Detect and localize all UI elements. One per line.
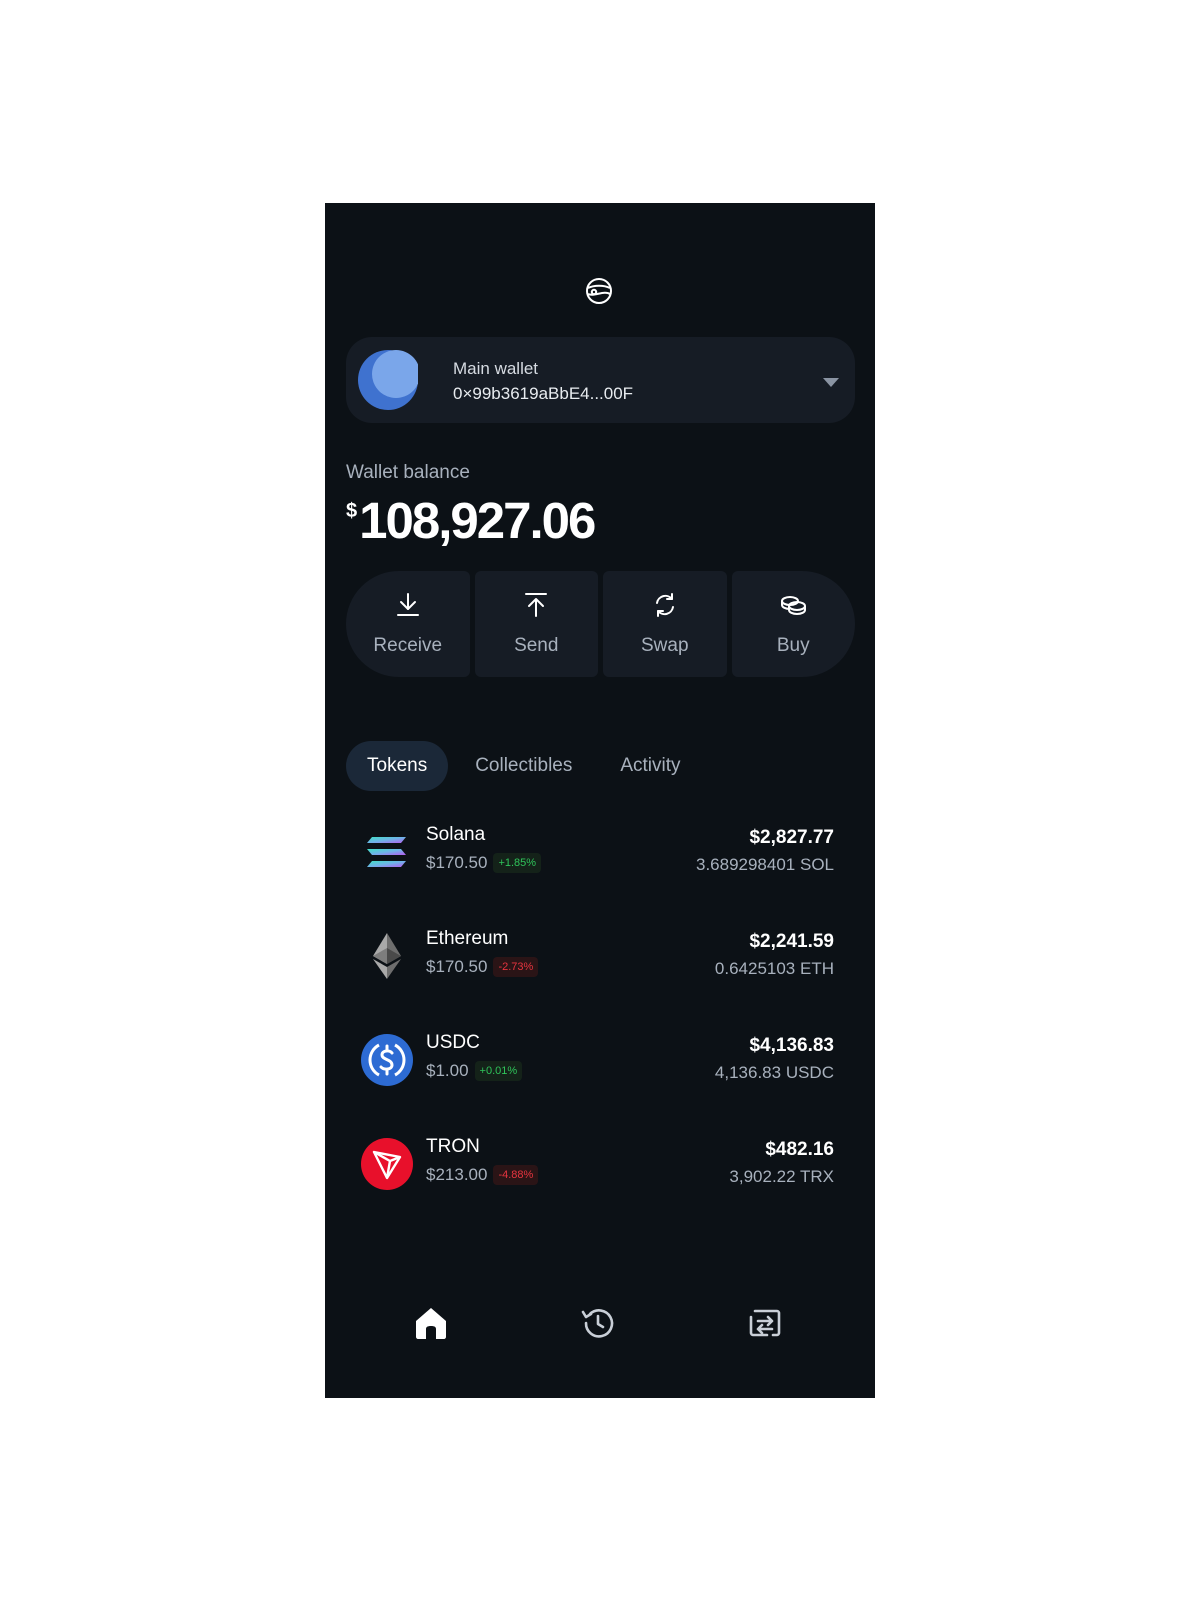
token-amount: 3,902.22 TRX bbox=[729, 1167, 834, 1186]
tab-activity[interactable]: Activity bbox=[599, 741, 701, 791]
swap-label: Swap bbox=[640, 635, 689, 656]
history-icon[interactable] bbox=[578, 1303, 618, 1343]
token-price: $170.50 bbox=[426, 957, 488, 976]
action-bar: Receive Send Swap Buy bbox=[346, 571, 855, 677]
token-value: $2,827.77 bbox=[749, 827, 834, 848]
token-value: $4,136.83 bbox=[749, 1035, 834, 1056]
token-price: $213.00 bbox=[426, 1165, 488, 1184]
token-price-row: $213.00 -4.88% bbox=[426, 1165, 539, 1185]
planet-logo-icon bbox=[584, 276, 614, 306]
tab-tokens[interactable]: Tokens bbox=[346, 741, 449, 791]
token-price-row: $170.50 -2.73% bbox=[426, 957, 539, 977]
token-name: Solana bbox=[426, 824, 486, 845]
receive-button[interactable]: Receive bbox=[346, 571, 470, 677]
balance-currency: $ bbox=[346, 500, 358, 522]
chevron-down-icon[interactable] bbox=[823, 375, 839, 387]
avatar bbox=[358, 350, 420, 410]
change-badge: -4.88% bbox=[493, 1165, 539, 1185]
wallet-name: Main wallet bbox=[453, 359, 539, 378]
token-amount: 3.689298401 SOL bbox=[695, 855, 834, 874]
tron-icon bbox=[360, 1137, 414, 1191]
change-badge: -2.73% bbox=[493, 957, 539, 977]
token-row[interactable]: Solana $170.50 +1.85% $2,827.77 3.689298… bbox=[346, 821, 834, 925]
download-icon bbox=[394, 591, 422, 624]
tab-bar: Tokens Collectibles Activity bbox=[346, 741, 702, 791]
wallet-address: 0×99b3619aBbE4...00F bbox=[453, 384, 634, 403]
change-badge: +0.01% bbox=[474, 1061, 523, 1081]
wallet-selector[interactable]: Main wallet 0×99b3619aBbE4...00F bbox=[346, 337, 855, 423]
balance-label: Wallet balance bbox=[346, 462, 470, 483]
refresh-icon bbox=[651, 591, 679, 624]
token-value: $482.16 bbox=[765, 1139, 834, 1160]
wallet-screen: Main wallet 0×99b3619aBbE4...00F Wallet … bbox=[325, 203, 875, 1398]
token-amount: 4,136.83 USDC bbox=[714, 1063, 834, 1082]
home-icon[interactable] bbox=[411, 1303, 451, 1343]
token-price-row: $1.00 +0.01% bbox=[426, 1061, 523, 1081]
buy-button[interactable]: Buy bbox=[731, 571, 855, 677]
ethereum-icon bbox=[360, 929, 414, 983]
token-name: TRON bbox=[426, 1136, 480, 1157]
token-list: Solana $170.50 +1.85% $2,827.77 3.689298… bbox=[346, 821, 834, 1237]
solana-icon bbox=[360, 825, 414, 879]
token-row[interactable]: TRON $213.00 -4.88% $482.16 3,902.22 TRX bbox=[346, 1133, 834, 1237]
token-amount: 0.6425103 ETH bbox=[714, 959, 834, 978]
swap-button[interactable]: Swap bbox=[603, 571, 727, 677]
upload-icon bbox=[522, 591, 550, 624]
token-value: $2,241.59 bbox=[749, 931, 834, 952]
send-label: Send bbox=[514, 635, 559, 656]
send-button[interactable]: Send bbox=[474, 571, 598, 677]
change-badge: +1.85% bbox=[493, 853, 542, 873]
coins-icon bbox=[779, 591, 807, 624]
transfer-icon[interactable] bbox=[745, 1303, 785, 1343]
token-price: $170.50 bbox=[426, 853, 488, 872]
token-row[interactable]: USDC $1.00 +0.01% $4,136.83 4,136.83 USD… bbox=[346, 1029, 834, 1133]
balance-amount: 108,927.06 bbox=[359, 492, 596, 549]
receive-label: Receive bbox=[373, 635, 443, 656]
tab-collectibles[interactable]: Collectibles bbox=[454, 741, 593, 791]
token-name: Ethereum bbox=[426, 928, 509, 949]
bottom-nav bbox=[325, 1303, 875, 1347]
balance: $ 108,927.06 bbox=[346, 491, 596, 551]
token-price-row: $170.50 +1.85% bbox=[426, 853, 542, 873]
token-price: $1.00 bbox=[426, 1061, 469, 1080]
buy-label: Buy bbox=[776, 635, 810, 656]
token-name: USDC bbox=[426, 1032, 480, 1053]
usdc-icon bbox=[360, 1033, 414, 1087]
token-row[interactable]: Ethereum $170.50 -2.73% $2,241.59 0.6425… bbox=[346, 925, 834, 1029]
